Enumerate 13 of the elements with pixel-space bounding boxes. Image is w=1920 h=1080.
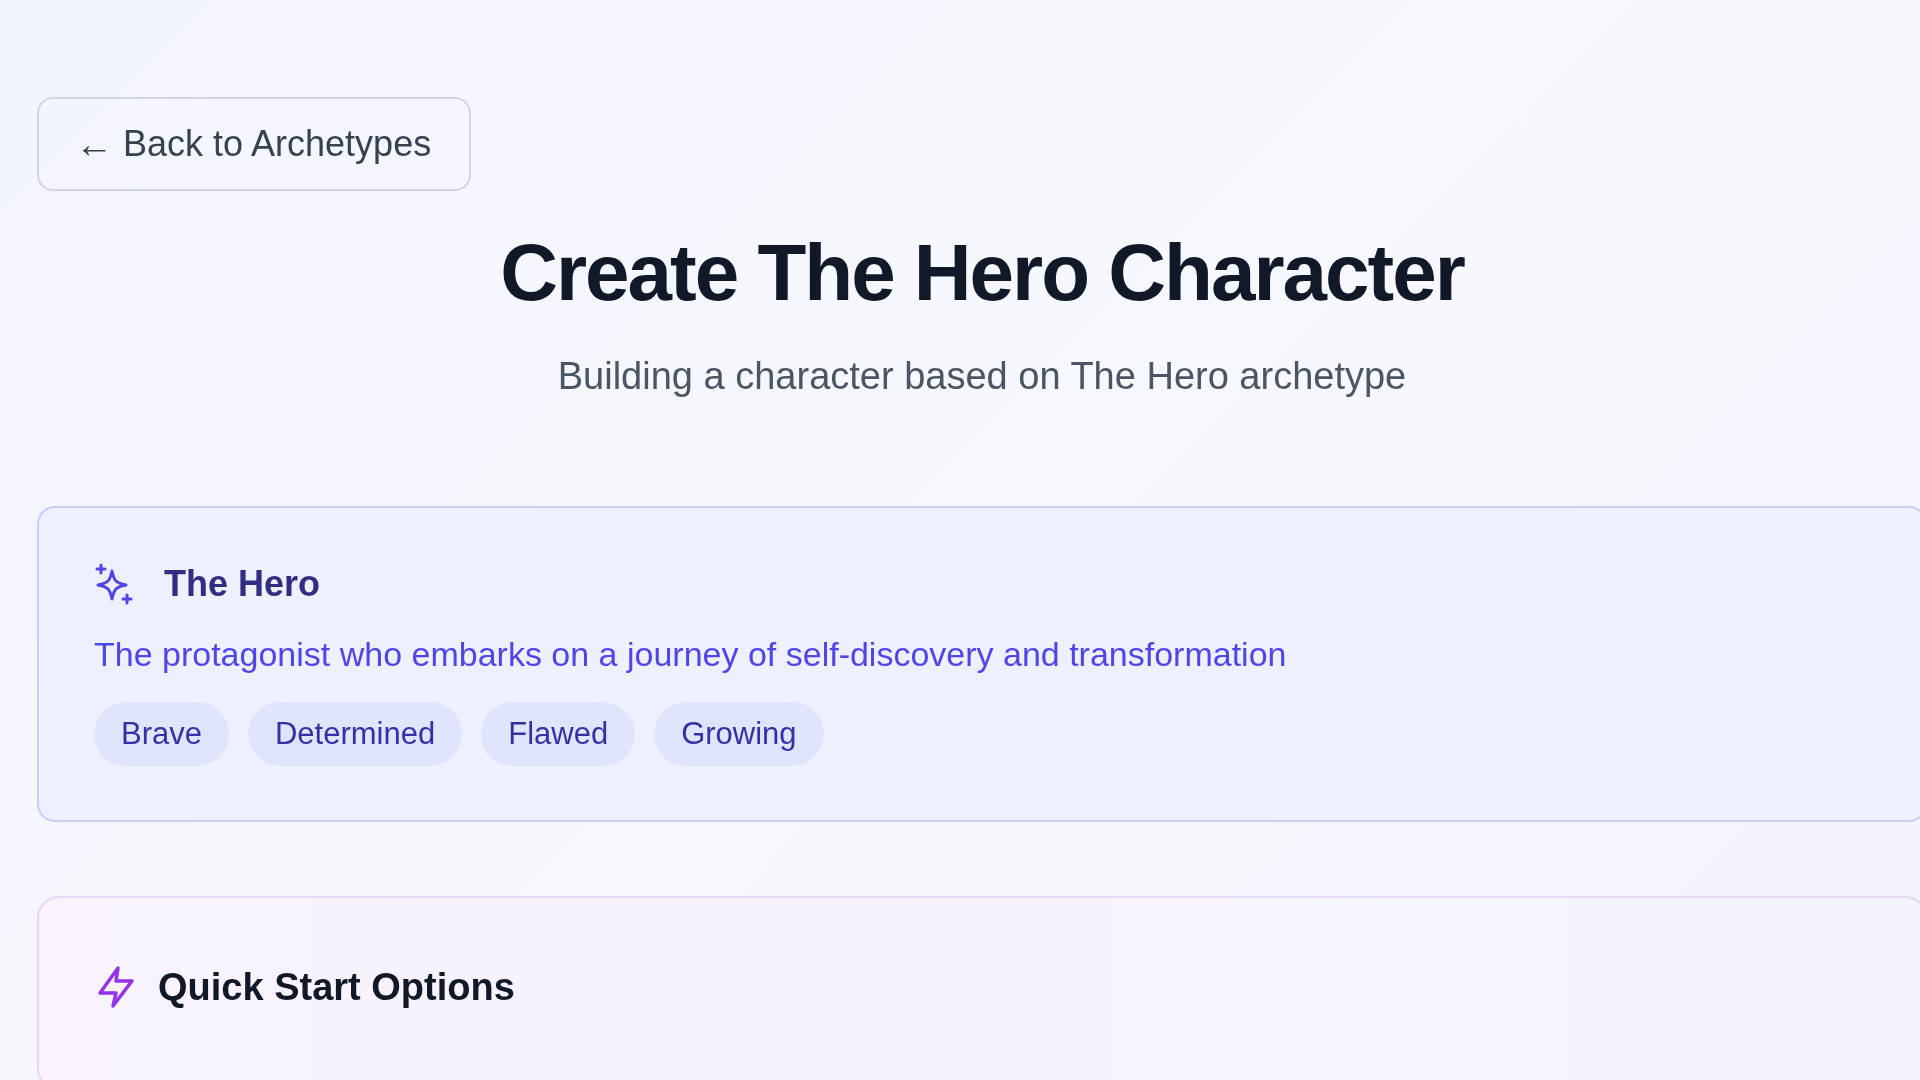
- trait-tag: Flawed: [481, 702, 636, 766]
- section-heading: Quick Start Options: [158, 965, 515, 1009]
- page-title: Create The Hero Character: [500, 227, 1464, 319]
- sparkles-icon: [94, 563, 134, 605]
- trait-tag: Growing: [654, 702, 824, 766]
- archetype-name: The Hero: [164, 563, 321, 605]
- trait-tag: Brave: [94, 702, 229, 766]
- page-subtitle: Building a character based on The Hero archetype: [557, 355, 1407, 398]
- trait-tag: Determined: [248, 702, 463, 766]
- arrow-left-icon: ←: [75, 125, 113, 163]
- lightning-icon: [96, 965, 136, 1009]
- back-button[interactable]: ← Back to Archetypes: [37, 97, 472, 191]
- archetype-description: The protagonist who embarks on a journey of self-discovery and transformation: [94, 635, 1288, 674]
